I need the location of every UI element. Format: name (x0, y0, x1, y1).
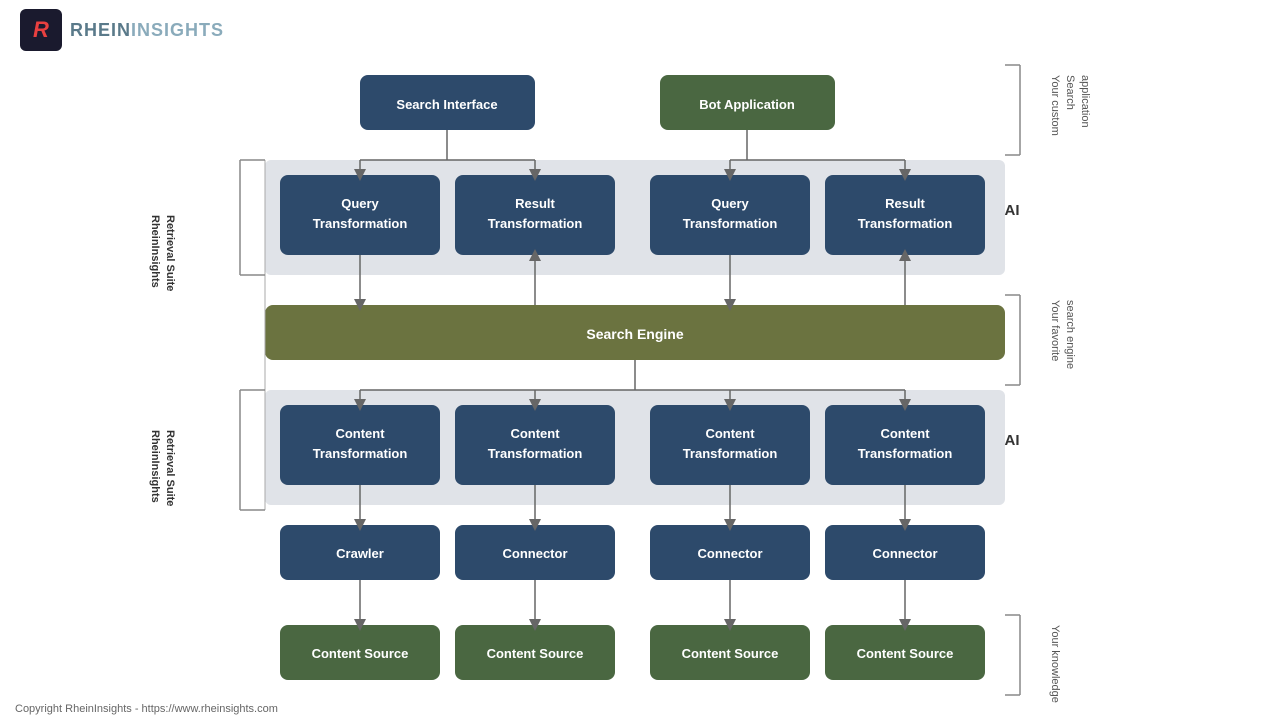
ai-panel-top (265, 160, 1005, 275)
rheinsights-bottom-label: RheinInsights (149, 430, 161, 503)
footer: Copyright RheinInsights - https://www.rh… (15, 703, 278, 715)
query-transform-2-box (650, 175, 810, 255)
content-transform-2-box (455, 405, 615, 485)
svg-text:Transformation: Transformation (313, 216, 408, 231)
content-source-3-label: Content Source (682, 646, 779, 661)
your-custom-search-label2: Search (1064, 75, 1076, 110)
brand-part2: INSIGHTS (131, 20, 224, 40)
content-source-4-label: Content Source (857, 646, 954, 661)
ai-top-label: AI (1005, 202, 1020, 219)
svg-text:Result: Result (515, 196, 555, 211)
result-transform-2-box (825, 175, 985, 255)
search-interface-box (360, 75, 535, 130)
logo-icon: R (20, 9, 62, 51)
rheinsights-bottom-label2: Retrieval Suite (164, 430, 176, 506)
connector-3-label: Connector (873, 546, 938, 561)
svg-text:Transformation: Transformation (683, 216, 778, 231)
your-knowledge-label: Your knowledge (1049, 625, 1061, 703)
ai-bottom-label: AI (1005, 432, 1020, 449)
ai-panel-bottom (265, 390, 1005, 505)
your-favorite-label2: search engine (1064, 300, 1076, 369)
crawler-box (280, 525, 440, 580)
search-engine-box (265, 305, 1005, 360)
content-source-4-box (825, 625, 985, 680)
logo-letter: R (33, 17, 49, 43)
brand-part1: RHEIN (70, 20, 131, 40)
svg-text:Transformation: Transformation (858, 216, 953, 231)
svg-text:Transformation: Transformation (488, 446, 583, 461)
content-source-2-box (455, 625, 615, 680)
search-interface-label: Search Interface (396, 97, 497, 112)
result-transform-1-box (455, 175, 615, 255)
connector-2-box (650, 525, 810, 580)
svg-text:Content: Content (510, 426, 560, 441)
header: R RHEININSIGHTS (0, 0, 1280, 60)
content-transform-4-box (825, 405, 985, 485)
svg-text:Transformation: Transformation (683, 446, 778, 461)
svg-text:Transformation: Transformation (313, 446, 408, 461)
brand-name: RHEININSIGHTS (70, 20, 224, 41)
svg-text:Result: Result (885, 196, 925, 211)
svg-text:Content: Content (880, 426, 930, 441)
query-transform-1-box (280, 175, 440, 255)
your-custom-search-label: Your custom (1049, 75, 1061, 136)
rheinsights-top-label2: Retrieval Suite (164, 215, 176, 291)
svg-text:Transformation: Transformation (858, 446, 953, 461)
diagram-svg: Search Interface Bot Application Query T… (0, 0, 1280, 720)
content-source-1-label: Content Source (312, 646, 409, 661)
content-source-1-box (280, 625, 440, 680)
svg-text:Transformation: Transformation (488, 216, 583, 231)
connector-1-box (455, 525, 615, 580)
svg-text:Content: Content (335, 426, 385, 441)
copyright-text: Copyright RheinInsights - https://www.rh… (15, 703, 278, 715)
svg-text:Query: Query (341, 196, 379, 211)
crawler-label: Crawler (336, 546, 384, 561)
content-source-3-box (650, 625, 810, 680)
svg-text:Query: Query (711, 196, 749, 211)
connector-1-label: Connector (503, 546, 568, 561)
your-favorite-label: Your favorite (1049, 300, 1061, 361)
your-custom-search-label3: application (1079, 75, 1091, 128)
search-engine-label: Search Engine (586, 326, 683, 342)
content-transform-1-box (280, 405, 440, 485)
connector-2-label: Connector (698, 546, 763, 561)
svg-text:Content: Content (705, 426, 755, 441)
content-transform-3-box (650, 405, 810, 485)
content-source-2-label: Content Source (487, 646, 584, 661)
connector-3-box (825, 525, 985, 580)
rheinsights-top-label: RheinInsights (149, 215, 161, 288)
bot-application-label: Bot Application (699, 97, 795, 112)
bot-application-box (660, 75, 835, 130)
